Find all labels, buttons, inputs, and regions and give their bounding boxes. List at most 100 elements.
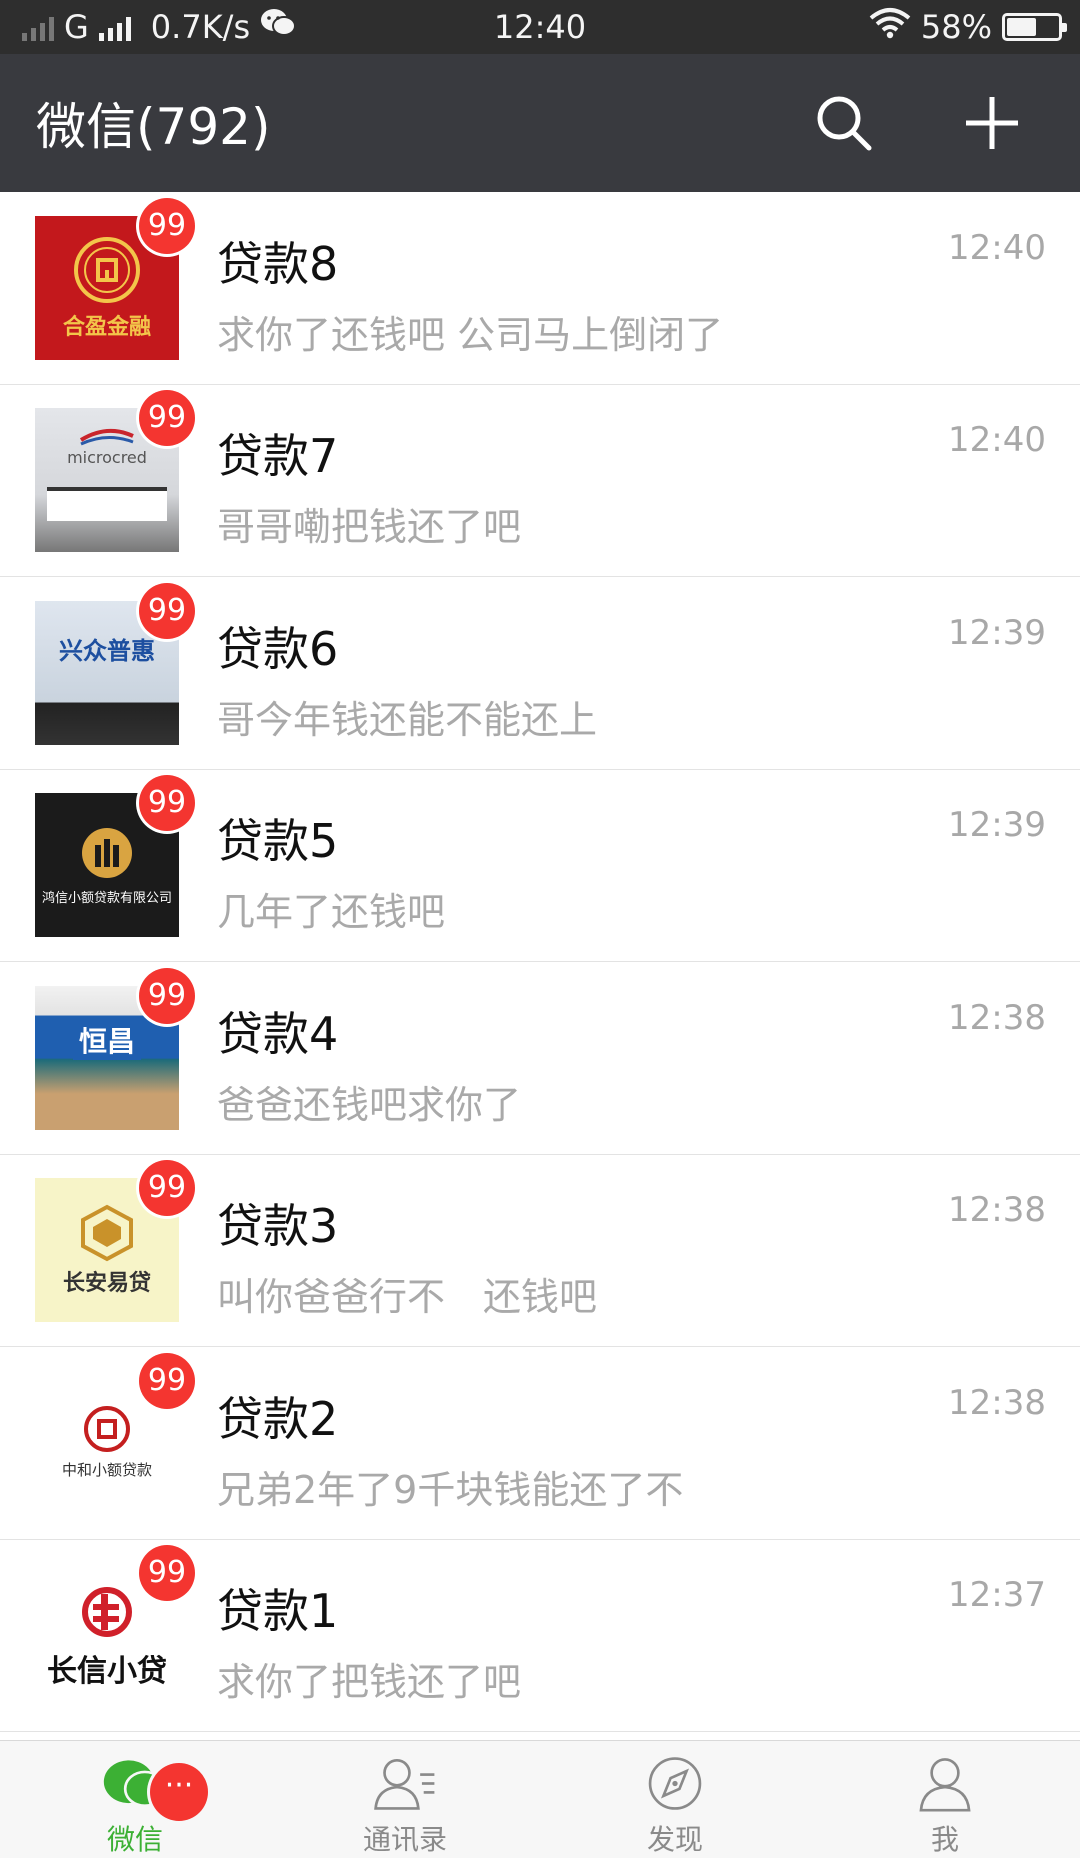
unread-badge: 99 — [139, 390, 195, 447]
add-button[interactable] — [944, 75, 1040, 171]
signal-sim1-icon — [22, 13, 54, 41]
unread-badge: 99 — [139, 967, 195, 1024]
chat-preview: 爸爸还钱吧求你了 — [217, 1082, 522, 1127]
network-type: G — [64, 8, 89, 46]
reception-desk — [47, 487, 167, 522]
avatar-wrap: 长安易贷 99 — [35, 1160, 195, 1323]
network-speed: 0.7K/s — [150, 8, 251, 46]
search-button[interactable] — [796, 75, 892, 171]
unread-badge: 99 — [139, 1545, 195, 1602]
unread-badge: 99 — [139, 197, 195, 254]
gold-emblem-icon — [82, 827, 132, 878]
chat-preview: 哥今年钱还能不能还上 — [217, 697, 598, 742]
chat-body: 贷款1 12:37 求你了把钱还了吧 — [217, 1563, 1046, 1707]
chat-item[interactable]: 恒昌 99 贷款4 12:38 爸爸还钱吧求你了 — [0, 962, 1080, 1155]
chat-name: 贷款5 — [217, 814, 339, 869]
tab-chats[interactable]: ··· 微信 — [0, 1741, 270, 1858]
tab-me[interactable]: 我 — [810, 1741, 1080, 1858]
chat-name: 贷款4 — [217, 1006, 339, 1061]
wifi-icon — [869, 7, 911, 47]
plus-icon — [966, 97, 1018, 149]
status-right: 58% — [869, 7, 1067, 47]
tab-contacts[interactable]: 通讯录 — [270, 1741, 540, 1858]
avatar-wrap: 兴众普惠 99 — [35, 582, 195, 745]
tab-discover[interactable]: 发现 — [540, 1741, 810, 1858]
chat-item[interactable]: 兴众普惠 99 贷款6 12:39 哥今年钱还能不能还上 — [0, 577, 1080, 770]
chat-body: 贷款2 12:38 兄弟2年了9千块钱能还了不 — [217, 1371, 1046, 1515]
avatar-text: 鸿信小额贷款有限公司 — [41, 890, 172, 906]
avatar-text: microcred — [67, 448, 147, 468]
avatar-text: 长安易贷 — [62, 1271, 151, 1297]
chat-item[interactable]: 长信小贷 99 贷款1 12:37 求你了把钱还了吧 — [0, 1539, 1080, 1732]
chat-time: 12:38 — [948, 997, 1046, 1038]
battery-percent: 58% — [920, 8, 992, 46]
chat-name: 贷款2 — [217, 1391, 339, 1446]
chat-name: 贷款3 — [217, 1199, 339, 1254]
chat-body: 贷款6 12:39 哥今年钱还能不能还上 — [217, 601, 1046, 745]
unread-badge: 99 — [139, 775, 195, 832]
app-header: 微信(792) — [0, 54, 1080, 192]
search-icon — [817, 96, 872, 151]
swoosh-logo-icon — [79, 429, 134, 446]
tab-label: 发现 — [646, 1823, 703, 1856]
status-bar: G 0.7K/s 12:40 58% — [0, 0, 1080, 54]
chat-preview: 兄弟2年了9千块钱能还了不 — [217, 1467, 684, 1512]
unread-badge: 99 — [139, 1160, 195, 1217]
chat-name: 贷款1 — [217, 1584, 339, 1639]
chat-preview: 求你了还钱吧 公司马上倒闭了 — [217, 312, 724, 357]
chat-item[interactable]: 鸿信小额贷款有限公司 99 贷款5 12:39 几年了还钱吧 — [0, 769, 1080, 962]
avatar-wrap: 鸿信小额贷款有限公司 99 — [35, 775, 195, 938]
avatar-text: 恒昌 — [72, 1019, 141, 1060]
tab-unread-badge: ··· — [150, 1763, 208, 1821]
avatar-wrap: 合盈金融 99 — [35, 197, 195, 360]
chat-time: 12:38 — [948, 1190, 1046, 1231]
tab-label: 我 — [930, 1823, 959, 1856]
page-title: 微信(792) — [36, 98, 271, 156]
chat-body: 贷款5 12:39 几年了还钱吧 — [217, 793, 1046, 937]
avatar-text: 中和小额贷款 — [61, 1461, 152, 1480]
avatar-wrap: 中和小额贷款 99 — [35, 1352, 195, 1515]
person-icon — [919, 1758, 971, 1812]
unread-badge: 99 — [139, 582, 195, 639]
chat-name: 贷款6 — [217, 621, 339, 676]
chat-item[interactable]: 合盈金融 99 贷款8 12:40 求你了还钱吧 公司马上倒闭了 — [0, 192, 1080, 385]
chat-list: 合盈金融 99 贷款8 12:40 求你了还钱吧 公司马上倒闭了 microcr… — [0, 192, 1080, 1732]
chat-time: 12:38 — [948, 1382, 1046, 1423]
bottom-tab-bar: ··· 微信 通讯录 发现 我 — [0, 1740, 1080, 1858]
chat-item[interactable]: microcred 99 贷款7 12:40 哥哥嘞把钱还了吧 — [0, 384, 1080, 577]
unread-badge: 99 — [139, 1352, 195, 1409]
chat-item[interactable]: 中和小额贷款 99 贷款2 12:38 兄弟2年了9千块钱能还了不 — [0, 1347, 1080, 1540]
avatar-wrap: 恒昌 99 — [35, 967, 195, 1130]
chat-body: 贷款8 12:40 求你了还钱吧 公司马上倒闭了 — [217, 216, 1046, 360]
red-coin-logo-icon — [84, 1406, 130, 1453]
chat-preview: 叫你爸爸行不 还钱吧 — [217, 1275, 598, 1320]
red-seal-logo-icon — [82, 1587, 133, 1638]
wechat-notification-icon — [260, 7, 297, 47]
chat-body: 贷款7 12:40 哥哥嘞把钱还了吧 — [217, 408, 1046, 552]
chat-body: 贷款3 12:38 叫你爸爸行不 还钱吧 — [217, 1178, 1046, 1322]
chat-body: 贷款4 12:38 爸爸还钱吧求你了 — [217, 986, 1046, 1130]
chat-preview: 哥哥嘞把钱还了吧 — [217, 505, 522, 550]
status-time: 12:40 — [493, 8, 587, 46]
tab-label: 通讯录 — [362, 1823, 447, 1856]
avatar-text: 合盈金融 — [62, 314, 151, 340]
status-left: G 0.7K/s — [22, 7, 297, 47]
tab-label: 微信 — [106, 1823, 163, 1856]
avatar-text: 长信小贷 — [47, 1654, 167, 1690]
contacts-icon — [374, 1759, 435, 1810]
chat-time: 12:37 — [948, 1575, 1046, 1616]
chat-preview: 求你了把钱还了吧 — [217, 1660, 522, 1705]
hexagon-logo-icon — [81, 1204, 133, 1262]
chat-item[interactable]: 长安易贷 99 贷款3 12:38 叫你爸爸行不 还钱吧 — [0, 1154, 1080, 1347]
avatar-wrap: 长信小贷 99 — [35, 1545, 195, 1708]
chat-time: 12:40 — [948, 227, 1046, 268]
chat-time: 12:40 — [948, 420, 1046, 461]
gold-coin-logo-icon — [74, 236, 140, 303]
chat-name: 贷款7 — [217, 429, 339, 484]
chat-time: 12:39 — [948, 805, 1046, 846]
avatar-wrap: microcred 99 — [35, 390, 195, 553]
signal-sim2-icon — [98, 13, 131, 41]
battery-icon — [1002, 13, 1067, 41]
chat-time: 12:39 — [948, 612, 1046, 653]
chat-preview: 几年了还钱吧 — [217, 890, 446, 935]
